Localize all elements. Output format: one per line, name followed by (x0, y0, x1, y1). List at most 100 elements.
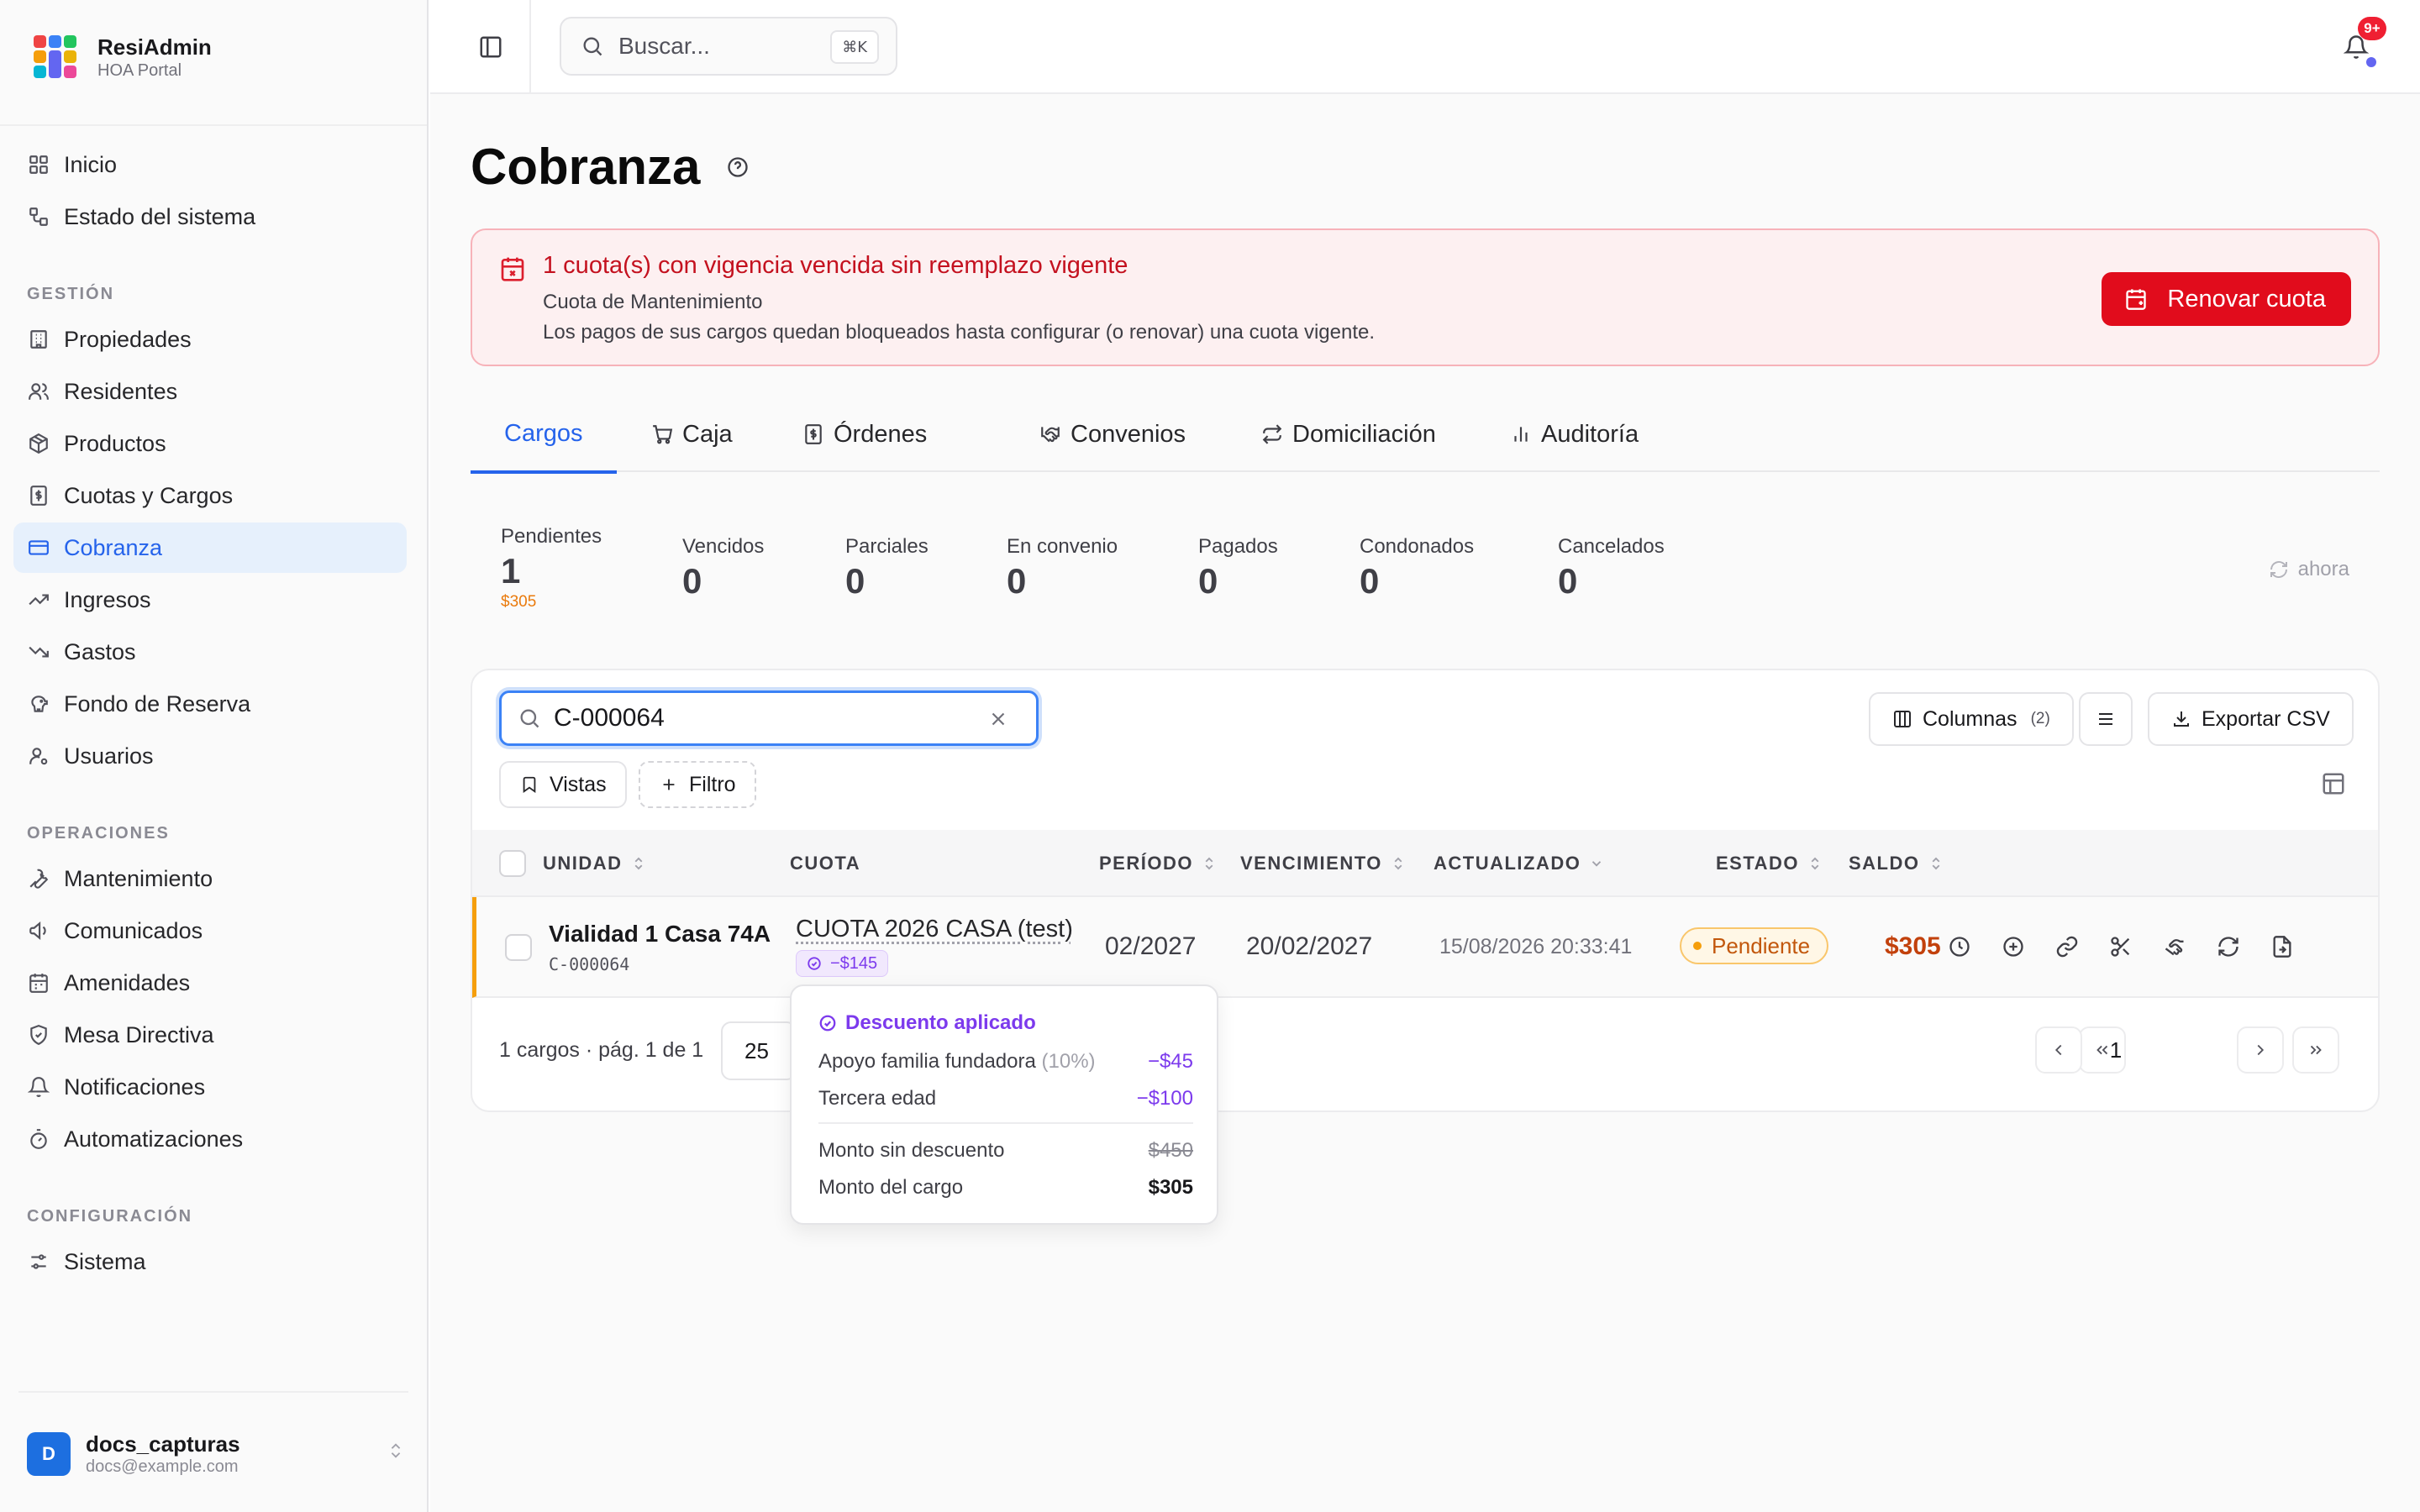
layout-panel-icon[interactable] (2319, 769, 2348, 798)
stat-condonados[interactable]: Condonados 0 (1360, 534, 1474, 603)
unit-name[interactable]: Vialidad 1 Casa 74A (549, 921, 771, 948)
user-name: docs_capturas (86, 1431, 240, 1457)
add-circle-icon[interactable] (1999, 932, 2028, 961)
stat-value: 1 (501, 551, 521, 591)
sidebar-item-inicio[interactable]: Inicio (13, 139, 407, 190)
column-periodo[interactable]: PERÍODO (1099, 830, 1217, 897)
sidebar-item-cuotas-y-cargos[interactable]: Cuotas y Cargos (13, 470, 407, 521)
prev-page-button[interactable] (2035, 1026, 2082, 1074)
global-search[interactable]: Buscar... ⌘K (560, 17, 897, 76)
row-checkbox[interactable] (505, 934, 532, 961)
column-actualizado[interactable]: ACTUALIZADO (1434, 830, 1604, 897)
sidebar-item-mantenimiento[interactable]: Mantenimiento (13, 853, 407, 904)
refresh-icon[interactable] (2214, 932, 2243, 961)
brand[interactable]: ResiAdmin HOA Portal (30, 32, 212, 82)
user-email: docs@example.com (86, 1457, 239, 1476)
sidebar-item-label: Inicio (64, 151, 118, 177)
discount-label: Tercera edad (818, 1087, 937, 1110)
refresh-status[interactable]: ahora (2268, 558, 2349, 581)
stat-vencidos[interactable]: Vencidos 0 (682, 534, 764, 603)
sidebar-item-label: Mantenimiento (64, 865, 213, 891)
checkbox[interactable] (505, 934, 532, 961)
views-label: Vistas (550, 772, 607, 796)
sidebar-item-productos[interactable]: Productos (13, 418, 407, 469)
checkbox[interactable] (499, 850, 526, 877)
help-circle-icon[interactable] (725, 155, 750, 180)
tab-caja[interactable]: Caja (650, 396, 733, 472)
tab-label: Convenios (1071, 420, 1186, 448)
add-filter-button[interactable]: Filtro (639, 761, 756, 808)
tab-auditoria[interactable]: Auditoría (1509, 396, 1639, 472)
link-icon[interactable] (2053, 932, 2081, 961)
stat-pendientes[interactable]: Pendientes 1 $305 (501, 524, 602, 612)
table-row[interactable]: Vialidad 1 Casa 74A C-000064 CUOTA 2026 … (472, 897, 2378, 998)
tab-domiciliacion[interactable]: Domiciliación (1260, 396, 1436, 472)
stat-en-convenio[interactable]: En convenio 0 (1007, 534, 1118, 603)
sort-icon (631, 856, 646, 871)
page-size-select[interactable]: 25 (721, 1021, 797, 1080)
sidebar-item-sistema[interactable]: Sistema (13, 1236, 407, 1287)
handshake-icon[interactable] (2160, 932, 2189, 961)
sidebar-item-amenidades[interactable]: Amenidades (13, 958, 407, 1008)
calendar-icon (27, 971, 50, 995)
sidebar-item-estado-del-sistema[interactable]: Estado del sistema (13, 192, 407, 242)
tab-ordenes[interactable]: Órdenes (802, 396, 927, 472)
sidebar-item-mesa-directiva[interactable]: Mesa Directiva (13, 1010, 407, 1060)
sidebar-item-label: Amenidades (64, 969, 191, 995)
columns-button[interactable]: Columnas (2) (1869, 692, 2074, 746)
tab-cargos[interactable]: Cargos (471, 396, 617, 474)
nav-section-title: OPERACIONES (27, 824, 170, 843)
column-label: PERÍODO (1099, 853, 1193, 874)
views-button[interactable]: Vistas (499, 761, 627, 808)
sidebar-item-notificaciones[interactable]: Notificaciones (13, 1062, 407, 1112)
table-search[interactable] (499, 690, 1039, 746)
page-title-text: Cobranza (471, 139, 701, 195)
sidebar-item-usuarios[interactable]: Usuarios (13, 731, 407, 781)
receipt-icon (802, 423, 825, 446)
sidebar-item-comunicados[interactable]: Comunicados (13, 906, 407, 956)
column-estado[interactable]: ESTADO (1716, 830, 1823, 897)
column-label: VENCIMIENTO (1240, 853, 1382, 874)
trending-up-icon (27, 588, 50, 612)
trending-down-icon (27, 640, 50, 664)
sidebar-item-ingresos[interactable]: Ingresos (13, 575, 407, 625)
table-search-input[interactable] (554, 704, 991, 732)
tab-convenios[interactable]: Convenios (1039, 396, 1186, 472)
sidebar-toggle-icon[interactable] (471, 27, 511, 67)
cuota-name[interactable]: CUOTA 2026 CASA (test) (796, 916, 1073, 943)
status-dot (2366, 57, 2376, 67)
sidebar-item-automatizaciones[interactable]: Automatizaciones (13, 1114, 407, 1164)
current-page[interactable]: 1 (2092, 1026, 2139, 1074)
select-all-checkbox[interactable] (499, 830, 526, 897)
scissors-icon[interactable] (2107, 932, 2135, 961)
columns-count: (2) (2030, 710, 2050, 727)
last-page-button[interactable] (2292, 1026, 2339, 1074)
clear-icon[interactable] (986, 706, 1011, 732)
column-cuota[interactable]: CUOTA (790, 830, 860, 897)
sidebar-item-propiedades[interactable]: Propiedades (13, 314, 407, 365)
density-button[interactable] (2079, 692, 2133, 746)
sidebar-item-cobranza[interactable]: Cobranza (13, 522, 407, 573)
sidebar-item-residentes[interactable]: Residentes (13, 366, 407, 417)
file-export-icon[interactable] (2268, 932, 2296, 961)
column-saldo[interactable]: SALDO (1849, 830, 1944, 897)
sidebar-item-gastos[interactable]: Gastos (13, 627, 407, 677)
stat-pagados[interactable]: Pagados 0 (1198, 534, 1278, 603)
history-clock-icon[interactable] (1945, 932, 1974, 961)
export-csv-button[interactable]: Exportar CSV (2148, 692, 2354, 746)
sidebar-item-label: Usuarios (64, 743, 154, 769)
sidebar-item-label: Automatizaciones (64, 1126, 244, 1152)
stat-cancelados[interactable]: Cancelados 0 (1558, 534, 1665, 603)
user-menu[interactable]: D docs_capturas docs@example.com (27, 1431, 405, 1477)
subtotal-line: Monto sin descuento $450 (818, 1139, 1193, 1163)
discount-line: Apoyo familia fundadora (10%) −$45 (818, 1050, 1193, 1074)
discount-badge[interactable]: −$145 (796, 950, 889, 977)
renew-fee-button[interactable]: Renovar cuota (2102, 272, 2351, 326)
discount-amount: −$145 (830, 953, 878, 973)
next-page-button[interactable] (2237, 1026, 2284, 1074)
column-unidad[interactable]: UNIDAD (543, 830, 646, 897)
stat-parciales[interactable]: Parciales 0 (845, 534, 929, 603)
column-vencimiento[interactable]: VENCIMIENTO (1240, 830, 1406, 897)
alert-title: 1 cuota(s) con vigencia vencida sin reem… (543, 252, 1128, 279)
sidebar-item-fondo-de-reserva[interactable]: Fondo de Reserva (13, 679, 407, 729)
